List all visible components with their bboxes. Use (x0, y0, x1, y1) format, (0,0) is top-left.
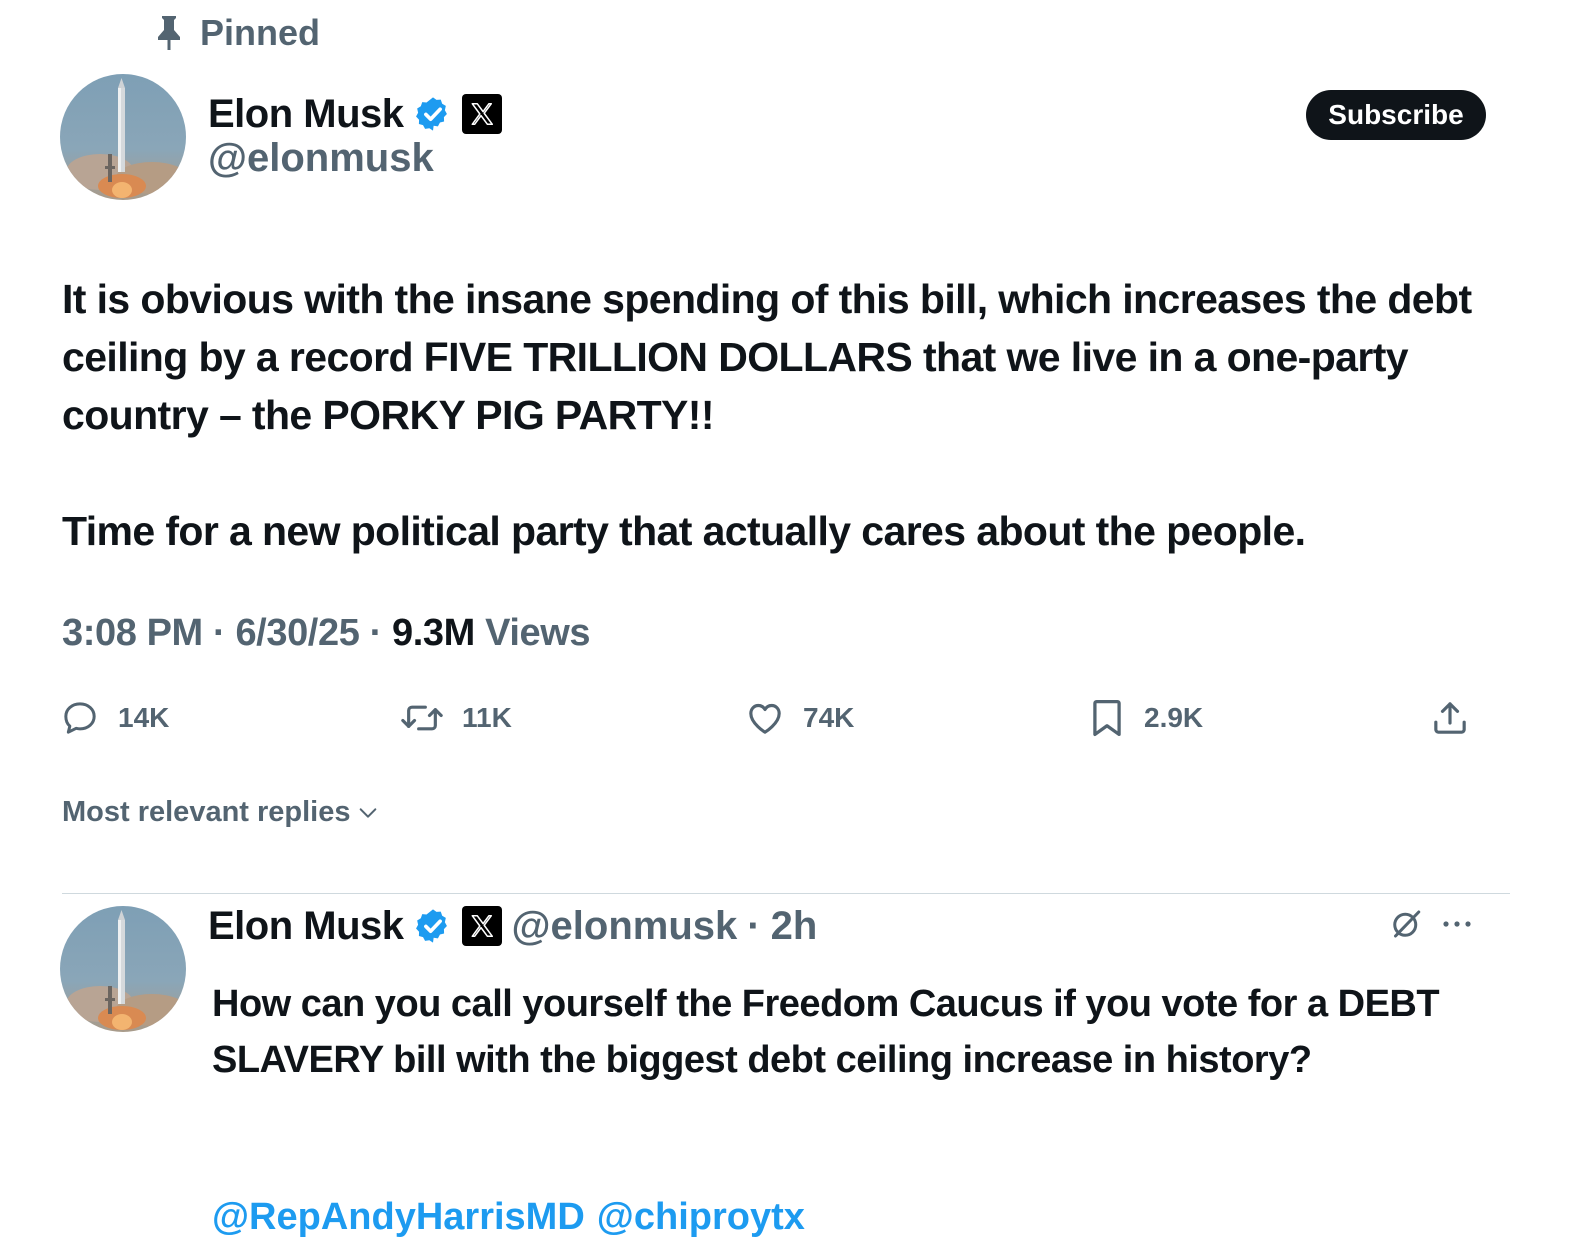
like-icon (749, 703, 781, 734)
separator: · (213, 612, 226, 654)
chevron-down-icon (359, 807, 376, 818)
subscribe-button[interactable]: Subscribe (1306, 90, 1486, 140)
more-icon (1443, 921, 1471, 927)
grok-icon (1393, 910, 1421, 938)
bookmark-button[interactable]: 2.9K (1088, 694, 1203, 742)
share-button[interactable] (1430, 694, 1470, 742)
author-handle[interactable]: @elonmusk (208, 136, 434, 181)
repost-count: 11K (462, 702, 512, 733)
author-name[interactable]: Elon Musk (208, 92, 404, 137)
views-label: Views (485, 612, 591, 654)
grok-button[interactable] (1388, 906, 1424, 942)
repost-icon (401, 705, 443, 731)
separator: · (369, 612, 383, 654)
replies-sort-label: Most relevant replies (62, 796, 351, 828)
repost-button[interactable]: 11K (400, 694, 512, 742)
avatar-rocket-image (60, 906, 186, 1032)
verified-badge-icon (415, 909, 447, 943)
reply-text: How can you call yourself the Freedom Ca… (212, 983, 1440, 1081)
avatar[interactable] (60, 74, 186, 200)
reply-avatar[interactable] (60, 906, 186, 1032)
pinned-label: Pinned (200, 12, 321, 53)
reply-author-handle[interactable]: @elonmusk (512, 904, 738, 949)
tweet-text: It is obvious with the insane spending o… (62, 270, 1522, 560)
mention-link[interactable]: @RepAndyHarrisMD (212, 1196, 585, 1238)
tweet-meta: 3:08 PM · 6/30/25 · 9.3M Views (62, 612, 591, 655)
reply-icon (64, 702, 96, 734)
pinned-indicator: Pinned (156, 10, 320, 56)
views-count: 9.3M (392, 612, 475, 654)
reply-time[interactable]: 2h (771, 904, 818, 949)
verified-badge-icon (415, 97, 447, 131)
bookmark-icon (1093, 699, 1121, 737)
tweet-paragraph: It is obvious with the insane spending o… (62, 276, 1472, 438)
tweet-paragraph: Time for a new political party that actu… (62, 508, 1306, 554)
reply-header: Elon Musk @elonmusk · 2h (208, 900, 817, 952)
tweet-time[interactable]: 3:08 PM (62, 612, 203, 654)
separator: · (747, 903, 761, 948)
x-logo-icon (461, 906, 502, 946)
tweet-date[interactable]: 6/30/25 (235, 612, 359, 654)
reply-count: 14K (118, 702, 170, 733)
mention-link[interactable]: @chiproytx (597, 1196, 805, 1238)
reply-mentions: @RepAndyHarrisMD @chiproytx (212, 1196, 805, 1239)
reply-button[interactable]: 14K (60, 694, 169, 742)
avatar-rocket-image (60, 74, 186, 200)
bookmark-count: 2.9K (1144, 702, 1204, 733)
divider (62, 893, 1510, 894)
like-count: 74K (803, 702, 855, 733)
more-button[interactable] (1440, 910, 1476, 938)
author-name-row: Elon Musk (208, 88, 502, 140)
pin-icon (158, 16, 180, 50)
share-icon (1434, 702, 1466, 734)
replies-sort-dropdown[interactable]: Most relevant replies (62, 796, 379, 829)
x-logo-icon (461, 94, 502, 134)
reply-author-name[interactable]: Elon Musk (208, 904, 404, 949)
like-button[interactable]: 74K (745, 694, 854, 742)
